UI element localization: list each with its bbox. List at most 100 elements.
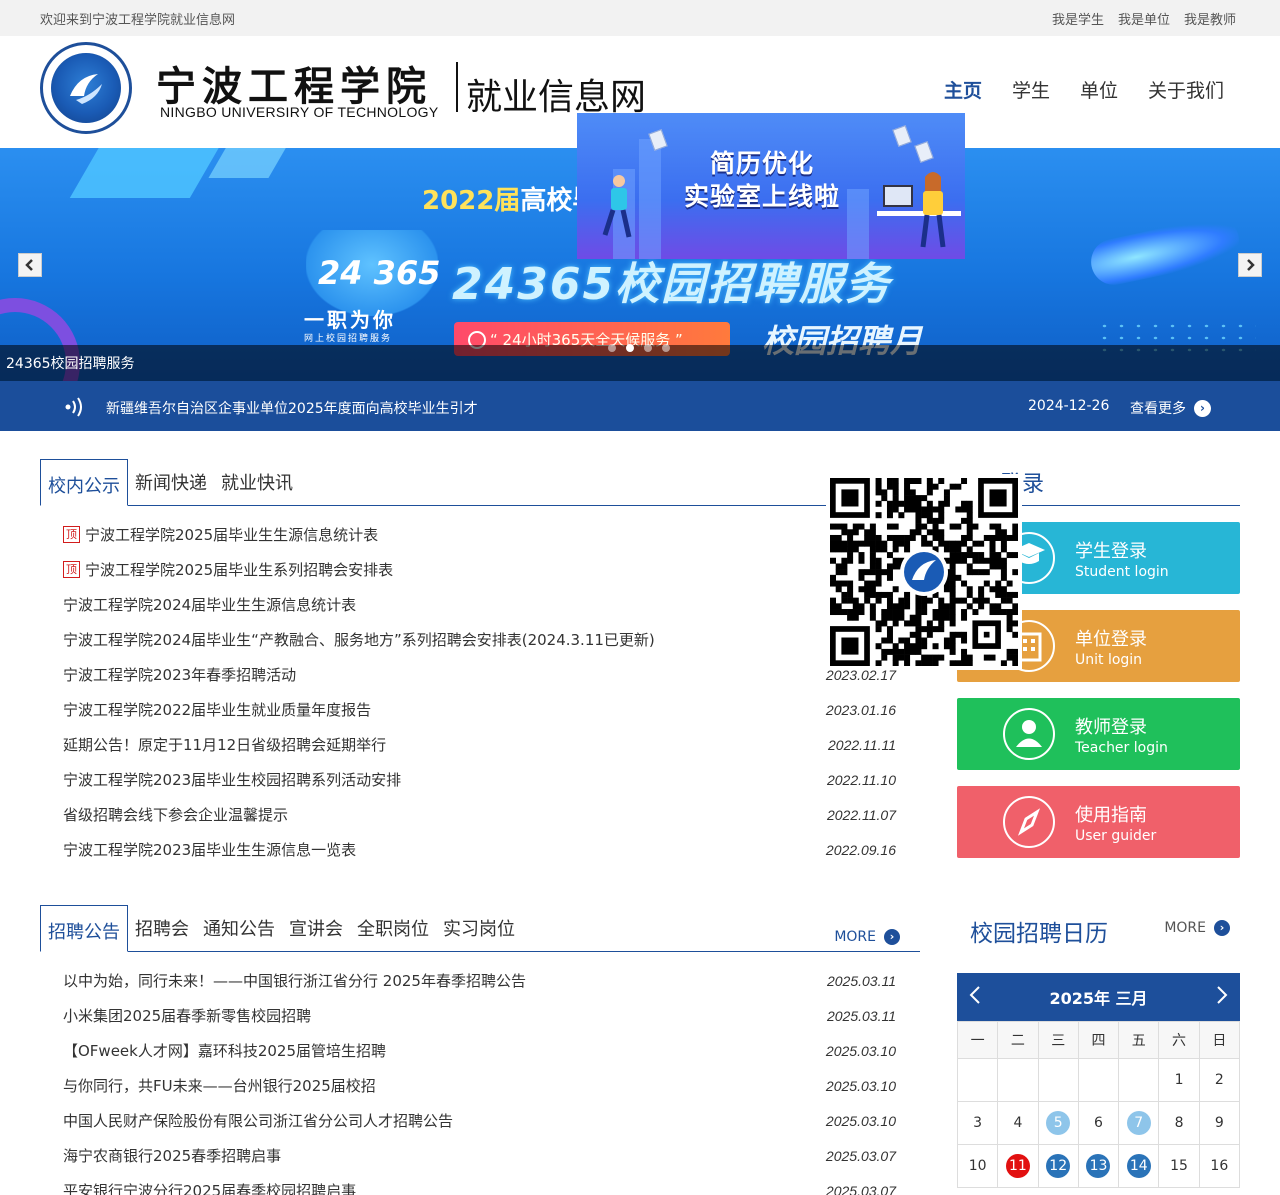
job-item[interactable]: 【OFweek人才网】嘉环科技2025届管培生招聘 2025.03.10: [40, 1033, 920, 1068]
calendar-day[interactable]: 3: [956, 1101, 999, 1145]
news-section: 校内公示 新闻快递 就业快讯 顶宁波工程学院2025届毕业生生源信息统计表顶宁波…: [40, 459, 920, 867]
ticker-more-link[interactable]: 查看更多 ›: [1130, 398, 1211, 418]
banner-dot[interactable]: [662, 344, 670, 352]
news-item[interactable]: 宁波工程学院2023届毕业生校园招聘系列活动安排 2022.11.10: [40, 762, 920, 797]
link-student[interactable]: 我是学生: [1052, 9, 1104, 28]
login-button-2[interactable]: 教师登录 Teacher login: [957, 698, 1240, 770]
link-teacher[interactable]: 我是教师: [1184, 9, 1236, 28]
calendar-day[interactable]: 8: [1158, 1101, 1200, 1145]
tab-job-fair[interactable]: 招聘会: [128, 915, 196, 951]
job-item-title: 中国人民财产保险股份有限公司浙江省分公司人才招聘公告: [63, 1112, 454, 1130]
calendar-day[interactable]: 14: [1118, 1144, 1160, 1188]
calendar-day-number: 13: [1086, 1154, 1111, 1178]
job-item[interactable]: 与你同行，共FU未来——台州银行2025届校招 2025.03.10: [40, 1068, 920, 1103]
tab-fulltime[interactable]: 全职岗位: [350, 915, 436, 951]
calendar-day[interactable]: 4: [997, 1101, 1039, 1145]
news-item[interactable]: 延期公告！原定于11月12日省级招聘会延期举行 2022.11.11: [40, 727, 920, 762]
calendar-day[interactable]: 10: [956, 1144, 999, 1188]
job-item-date: 2025.03.11: [826, 972, 896, 989]
job-item-title: 小米集团2025届春季新零售校园招聘: [63, 1007, 312, 1025]
tab-employment-news[interactable]: 就业快讯: [214, 469, 300, 505]
calendar-day[interactable]: 12: [1037, 1144, 1079, 1188]
calendar-day[interactable]: 1: [1158, 1058, 1200, 1102]
news-item[interactable]: 宁波工程学院2024届毕业生“产教融合、服务地方”系列招聘会安排表(2024.3…: [40, 622, 920, 657]
news-item[interactable]: 宁波工程学院2024届毕业生生源信息统计表: [40, 587, 920, 622]
news-item[interactable]: 宁波工程学院2022届毕业生就业质量年度报告 2023.01.16: [40, 692, 920, 727]
ticker-message[interactable]: 新疆维吾尔自治区企事业单位2025年度面向高校毕业生引才: [106, 398, 478, 418]
banner-next-button[interactable]: [1238, 253, 1262, 277]
calendar-day[interactable]: 5: [1037, 1101, 1079, 1145]
resume-lab-popup-ad[interactable]: 简历优化 实验室上线啦: [577, 113, 965, 259]
news-item[interactable]: 顶宁波工程学院2025届毕业生生源信息统计表: [40, 517, 920, 552]
link-unit[interactable]: 我是单位: [1118, 9, 1170, 28]
job-item[interactable]: 平安银行宁波分行2025届春季校园招聘启事 2025.03.07: [40, 1173, 920, 1195]
job-item-title: 与你同行，共FU未来——台州银行2025届校招: [63, 1077, 376, 1095]
calendar-day-number: 1: [1174, 1072, 1184, 1088]
login-button-label-en: Student login: [1075, 563, 1169, 580]
calendar-day-number: 5: [1046, 1111, 1071, 1135]
calendar-day-number: 9: [1214, 1115, 1224, 1131]
weekday-header: 三: [1037, 1021, 1079, 1059]
calendar-prev-button[interactable]: [969, 985, 981, 1010]
calendar-day[interactable]: 7: [1118, 1101, 1160, 1145]
job-item-title: 以中为始，同行未来！——中国银行浙江省分行 2025年春季招聘公告: [63, 972, 526, 990]
news-item[interactable]: 宁波工程学院2023年春季招聘活动 2023.02.17: [40, 657, 920, 692]
capsule-decor: [1086, 212, 1244, 290]
calendar-more-link[interactable]: MORE ›: [1164, 920, 1230, 936]
popup-title: 简历优化 实验室上线啦: [677, 147, 847, 213]
tab-internship[interactable]: 实习岗位: [436, 915, 522, 951]
calendar-day[interactable]: 13: [1077, 1144, 1120, 1188]
monitor-icon: [883, 185, 913, 207]
news-item[interactable]: 宁波工程学院2023届毕业生生源信息一览表 2022.09.16: [40, 832, 920, 867]
job-item[interactable]: 以中为始，同行未来！——中国银行浙江省分行 2025年春季招聘公告 2025.03…: [40, 963, 920, 998]
banner-dot[interactable]: [644, 344, 652, 352]
calendar-day-number: 6: [1094, 1115, 1103, 1131]
jobs-section: 招聘公告 招聘会 通知公告 宣讲会 全职岗位 实习岗位 MORE › 以中为始，…: [40, 905, 920, 1195]
jobs-more-link[interactable]: MORE ›: [834, 929, 900, 945]
calendar-day[interactable]: 11: [997, 1144, 1039, 1188]
ticker-date: 2024-12-26: [1028, 398, 1110, 414]
calendar-day[interactable]: 16: [1198, 1144, 1241, 1188]
nav-home[interactable]: 主页: [944, 76, 982, 103]
banner-decor: [208, 148, 292, 178]
news-ticker: 新疆维吾尔自治区企事业单位2025年度面向高校毕业生引才 2024-12-26 …: [0, 381, 1280, 431]
nav-unit[interactable]: 单位: [1080, 76, 1118, 103]
tab-news-express[interactable]: 新闻快递: [128, 469, 214, 505]
tab-presentation[interactable]: 宣讲会: [282, 915, 350, 951]
banner-dot[interactable]: [608, 344, 616, 352]
login-button-3[interactable]: 使用指南 User guider: [957, 786, 1240, 858]
job-item[interactable]: 小米集团2025届春季新零售校园招聘 2025.03.11: [40, 998, 920, 1033]
job-item[interactable]: 中国人民财产保险股份有限公司浙江省分公司人才招聘公告 2025.03.10: [40, 1103, 920, 1138]
news-item-title: 宁波工程学院2024届毕业生生源信息统计表: [63, 596, 357, 614]
news-item[interactable]: 顶宁波工程学院2025届毕业生系列招聘会安排表: [40, 552, 920, 587]
tab-recruit-notice[interactable]: 招聘公告: [40, 905, 128, 952]
news-item-title-wrap: 宁波工程学院2023年春季招聘活动: [63, 664, 296, 685]
calendar-day: [1077, 1058, 1120, 1102]
calendar-next-button[interactable]: [1216, 985, 1228, 1010]
news-tabs: 校内公示 新闻快递 就业快讯: [40, 459, 920, 506]
calendar-day[interactable]: 6: [1077, 1101, 1120, 1145]
job-item[interactable]: 海宁农商银行2025春季招聘启事 2025.03.07: [40, 1138, 920, 1173]
nav-about[interactable]: 关于我们: [1148, 76, 1224, 103]
banner-prev-button[interactable]: [18, 253, 42, 277]
role-links: 我是学生 我是单位 我是教师: [1052, 9, 1236, 28]
calendar-more-label: MORE: [1164, 920, 1206, 936]
news-item-title-wrap: 延期公告！原定于11月12日省级招聘会延期举行: [63, 734, 386, 755]
calendar-day[interactable]: 2: [1198, 1058, 1241, 1102]
school-seal-logo[interactable]: [40, 42, 132, 134]
calendar-day[interactable]: 9: [1198, 1101, 1241, 1145]
banner-dot-active[interactable]: [626, 344, 634, 352]
login-button-text: 教师登录 Teacher login: [1075, 713, 1168, 756]
broadcast-icon: [65, 397, 82, 417]
job-item-title: 【OFweek人才网】嘉环科技2025届管培生招聘: [63, 1042, 387, 1060]
job-item-date: 2025.03.10: [825, 1077, 896, 1094]
tab-announcement[interactable]: 通知公告: [196, 915, 282, 951]
top-bar: 欢迎来到宁波工程学院就业信息网 我是学生 我是单位 我是教师: [0, 0, 1280, 36]
running-man-icon: [602, 175, 632, 238]
nav-student[interactable]: 学生: [1012, 76, 1050, 103]
calendar-day[interactable]: 15: [1158, 1144, 1200, 1188]
building-shape: [639, 139, 661, 259]
tab-campus-notice[interactable]: 校内公示: [40, 459, 128, 506]
banner-year-text: 2022届: [422, 186, 521, 216]
news-item[interactable]: 省级招聘会线下参会企业温馨提示 2022.11.07: [40, 797, 920, 832]
